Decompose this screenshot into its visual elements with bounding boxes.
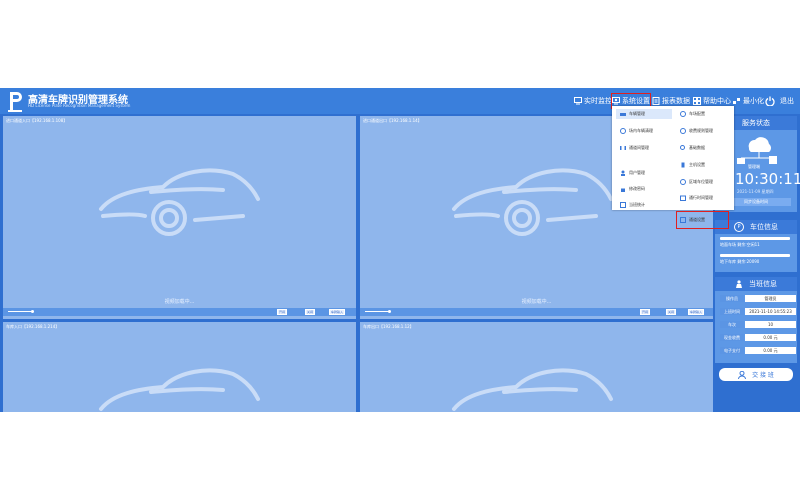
minimize-icon (733, 98, 740, 104)
app-window: 高清车牌识别管理系统 HD License Plate Recognition … (0, 88, 800, 412)
car-icon (620, 113, 626, 116)
nav-reports-label: 报表数据 (662, 97, 690, 105)
settings-dropdown-menu: 车辆管理 场内车辆清理 通道间管理 用户管理 修改密码 当班统计 车场配置 收费… (612, 106, 734, 229)
open-gate-button[interactable]: 开闸 (640, 309, 651, 315)
video-status: 视频加载中... (521, 299, 552, 305)
area-icon (680, 179, 686, 185)
camera-title: 车库出口【192.168.1.12】 (363, 324, 414, 329)
clock-display: 10:30:11 (735, 170, 800, 188)
duty-info-panel: 操作员 管理员 上班时间 2021-11-10 14:55:23 车次 10 现… (715, 291, 797, 363)
camera-title: 进口通道出口【192.168.1.14】 (363, 118, 422, 123)
volume-handle[interactable] (31, 310, 34, 313)
close-gate-button[interactable]: 关闸 (305, 309, 316, 315)
duty-value: 2021-11-10 14:55:23 (745, 308, 796, 315)
parking-info-panel: 地面车场 剩余:空闲11 地下车库 剩余:20090 (715, 234, 797, 272)
car-placeholder-icon (452, 368, 613, 411)
user-icon (738, 370, 747, 379)
parking-line-1: 地面车场 剩余:空闲11 (720, 242, 760, 247)
plate-input-button[interactable]: 车牌输入 (688, 309, 705, 315)
lot-icon (680, 111, 686, 117)
camera-title: 进口通道入口【192.168.1.108】 (6, 118, 68, 123)
menu-item-lot-config[interactable]: 车场配置 (680, 109, 705, 119)
menu-item-area-spaces[interactable]: 区域车位管理 (680, 177, 713, 187)
report-icon (652, 97, 660, 105)
parking-icon: P (734, 222, 744, 232)
video-panel-3[interactable]: 车库入口【192.168.1.214】 (3, 322, 356, 412)
broom-icon (620, 128, 626, 134)
close-gate-button[interactable]: 关闸 (666, 309, 677, 315)
menu-item-clear-vehicles[interactable]: 场内车辆清理 (616, 126, 653, 136)
channel-icon (620, 146, 626, 150)
camera-title: 车库入口【192.168.1.214】 (6, 324, 60, 329)
video-panel-4[interactable]: 车库出口【192.168.1.12】 (360, 322, 713, 412)
menu-item-duty-stats[interactable]: 当班统计 (616, 200, 645, 210)
car-placeholder-icon (99, 368, 260, 411)
users-icon (621, 170, 625, 176)
video-status: 视频加载中... (164, 299, 195, 305)
data-search-icon (680, 145, 685, 150)
menu-item-channel-settings[interactable]: 通道设置 (676, 211, 729, 229)
car-placeholder-icon (452, 168, 613, 236)
duty-label: 操作员 (720, 295, 744, 302)
menu-item-host-settings[interactable]: 主机设置 (680, 160, 705, 170)
nav-monitor[interactable]: 实时监控 (574, 94, 612, 108)
parking-bar-underground (720, 254, 790, 257)
duty-label: 电子支付 (720, 347, 744, 354)
person-icon (736, 280, 742, 288)
duty-label: 现金收费 (720, 334, 744, 341)
menu-item-vehicle[interactable]: 车辆管理 (616, 109, 672, 119)
duty-value: 0.00 元 (745, 334, 796, 341)
cloud-network-icon (737, 137, 777, 164)
duty-label: 上班时间 (720, 308, 744, 315)
parking-bar-ground (720, 237, 790, 240)
calendar-icon (680, 195, 686, 201)
duty-value: 管理员 (745, 295, 796, 302)
power-icon (765, 96, 775, 106)
shift-handover-button[interactable]: 交 接 班 (719, 368, 793, 381)
duty-info-header: 当班信息 (715, 277, 797, 291)
monitor-icon (574, 97, 582, 105)
host-icon (681, 162, 685, 168)
nav-monitor-label: 实时监控 (584, 97, 612, 105)
date-display: 2021-11-09 星期四 (737, 189, 774, 194)
menu-item-password[interactable]: 修改密码 (616, 184, 645, 194)
lock-icon (621, 188, 625, 192)
menu-item-pass-time[interactable]: 通行时间管理 (680, 193, 713, 203)
stats-icon (620, 202, 626, 208)
menu-item-users[interactable]: 用户管理 (616, 168, 645, 178)
channel-settings-icon (680, 217, 686, 223)
car-placeholder-icon (99, 168, 260, 236)
fee-icon (680, 128, 686, 134)
help-grid-icon (693, 97, 701, 105)
parking-line-2: 地下车库 剩余:20090 (720, 259, 760, 264)
volume-handle[interactable] (388, 310, 391, 313)
app-subtitle: HD License Plate Recognition Management … (28, 103, 131, 108)
nav-minimize-label: 最小化 (743, 97, 764, 105)
menu-item-fee-rules[interactable]: 收费规则管理 (680, 126, 713, 136)
nav-exit-label: 退出 (780, 97, 794, 105)
menu-item-base-data[interactable]: 基础数据 (680, 143, 705, 153)
menu-item-channel[interactable]: 通道间管理 (616, 143, 649, 153)
logo-icon (8, 92, 22, 112)
open-gate-button[interactable]: 开闸 (277, 309, 288, 315)
video-controls: 开闸 关闸 车牌输入 (360, 308, 713, 316)
video-panel-1[interactable]: 进口通道入口【192.168.1.108】 视频加载中... 开闸 关闸 车牌输… (3, 116, 356, 319)
plate-input-button[interactable]: 车牌输入 (329, 309, 346, 315)
duty-value: 0.00 元 (745, 347, 796, 354)
settings-icon (612, 97, 620, 105)
nav-exit[interactable]: 退出 (765, 94, 794, 108)
duty-value: 10 (745, 321, 796, 328)
nav-minimize[interactable]: 最小化 (733, 94, 764, 108)
nav-help-label: 帮助中心 (703, 97, 731, 105)
video-controls: 开闸 关闸 车牌输入 (3, 308, 356, 316)
duty-label: 车次 (720, 321, 744, 328)
nav-settings-label: 系统设置 (622, 97, 650, 105)
